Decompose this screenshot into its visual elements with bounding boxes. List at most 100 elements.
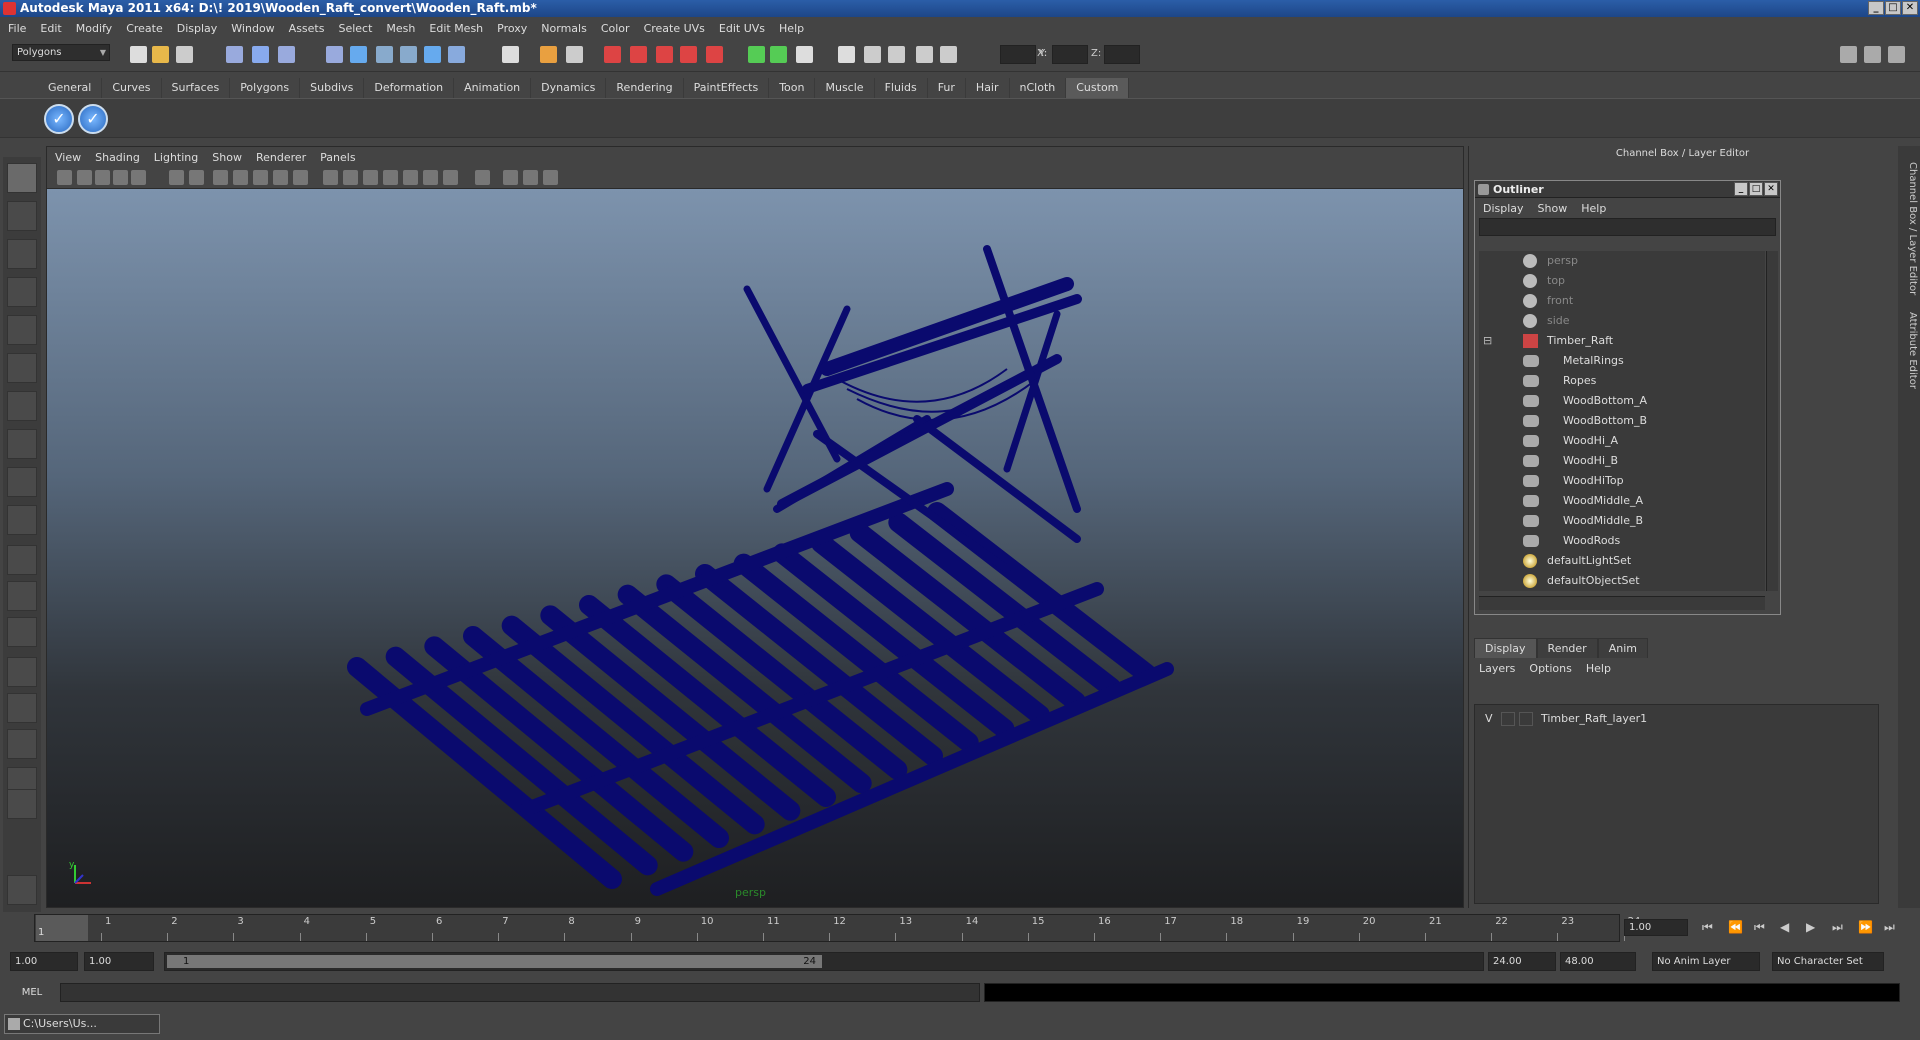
maximize-button[interactable]: □	[1885, 1, 1901, 15]
output-ops-icon[interactable]	[680, 46, 697, 63]
shadows-icon[interactable]	[443, 170, 458, 185]
viewport-menu-renderer[interactable]: Renderer	[256, 151, 306, 164]
render-icon[interactable]	[706, 46, 723, 63]
outliner-item-persp[interactable]: persp	[1479, 251, 1759, 271]
snap-point-icon[interactable]	[376, 46, 393, 63]
wireframe-icon[interactable]	[293, 170, 308, 185]
bookmark-icon[interactable]	[95, 170, 110, 185]
layout-hypergraph-icon[interactable]	[7, 693, 37, 723]
paint-select-tool-icon[interactable]	[7, 239, 37, 269]
layer-menu-options[interactable]: Options	[1529, 662, 1571, 675]
image-plane-icon[interactable]	[113, 170, 128, 185]
layer-row[interactable]: V Timber_Raft_layer1	[1479, 709, 1875, 729]
shelf-tab-deformation[interactable]: Deformation	[364, 78, 455, 98]
viewport-menu-show[interactable]: Show	[212, 151, 242, 164]
time-slider-track[interactable]: 1 12345678910111213141516171819202122232…	[34, 914, 1640, 942]
playback-start-input[interactable]: 1.00	[84, 952, 154, 971]
select-hierarchy-icon[interactable]	[226, 46, 243, 63]
layout-four-pane-icon[interactable]	[7, 581, 37, 611]
show-manipulator-icon[interactable]	[7, 467, 37, 497]
shelf-tab-subdivs[interactable]: Subdivs	[300, 78, 365, 98]
select-mask-icon[interactable]	[566, 46, 583, 63]
outliner-item-front[interactable]: front	[1479, 291, 1759, 311]
perspective-viewport[interactable]: y persp	[47, 189, 1463, 907]
camera-icon[interactable]	[888, 46, 905, 63]
go-to-start-icon[interactable]: ⏮	[1702, 920, 1713, 935]
outliner-menu-show[interactable]: Show	[1538, 202, 1568, 215]
layout-graph-icon[interactable]	[7, 657, 37, 687]
hypershade-icon[interactable]	[796, 46, 813, 63]
textured-icon[interactable]	[383, 170, 398, 185]
outliner-item-woodmiddle-a[interactable]: WoodMiddle_A	[1479, 491, 1759, 511]
shelf-tab-polygons[interactable]: Polygons	[230, 78, 301, 98]
menu-normals[interactable]: Normals	[541, 22, 587, 35]
layout-four-icon[interactable]	[1864, 46, 1881, 63]
outliner-item-woodhi-b[interactable]: WoodHi_B	[1479, 451, 1759, 471]
outliner-horizontal-scrollbar[interactable]	[1479, 596, 1765, 610]
time-cursor[interactable]: 1	[36, 915, 88, 941]
current-frame-input[interactable]: 1.00	[1624, 919, 1688, 936]
step-forward-frame-icon[interactable]: ⏭	[1832, 920, 1843, 935]
hud-icon[interactable]	[543, 170, 558, 185]
layer-visibility-toggle[interactable]: V	[1485, 709, 1493, 729]
range-slider-track[interactable]: 1 24	[164, 952, 1484, 971]
layout-single-pane-icon[interactable]	[7, 545, 37, 575]
outliner-item-top[interactable]: top	[1479, 271, 1759, 291]
select-component-icon[interactable]	[278, 46, 295, 63]
new-scene-icon[interactable]	[130, 46, 147, 63]
menu-color[interactable]: Color	[601, 22, 630, 35]
animation-start-input[interactable]: 1.00	[10, 952, 78, 971]
last-tool-icon[interactable]	[7, 505, 37, 535]
outliner-close-button[interactable]: ✕	[1764, 182, 1778, 196]
layer-tab-anim[interactable]: Anim	[1597, 638, 1648, 658]
coord-y-input[interactable]	[1052, 45, 1088, 64]
safe-title-icon[interactable]	[273, 170, 288, 185]
layout-single-icon[interactable]	[1840, 46, 1857, 63]
minimize-button[interactable]: _	[1868, 1, 1884, 15]
safe-action-icon[interactable]	[253, 170, 268, 185]
menu-set-dropdown[interactable]: Polygons	[12, 44, 110, 61]
open-scene-icon[interactable]	[152, 46, 169, 63]
outliner-minimize-button[interactable]: _	[1734, 182, 1748, 196]
snap-surface-icon[interactable]	[400, 46, 417, 63]
shelf-tab-ncloth[interactable]: nCloth	[1010, 78, 1067, 98]
construction-icon[interactable]	[630, 46, 647, 63]
shelf-tab-general[interactable]: General	[38, 78, 103, 98]
grid-icon[interactable]	[940, 46, 957, 63]
menu-edit[interactable]: Edit	[40, 22, 61, 35]
move-tool-icon[interactable]	[7, 277, 37, 307]
command-input[interactable]	[60, 983, 980, 1002]
character-set-dropdown[interactable]: No Character Set	[1772, 952, 1884, 971]
shelf-tab-muscle[interactable]: Muscle	[815, 78, 875, 98]
camera-select-icon[interactable]	[57, 170, 72, 185]
display-icon[interactable]	[864, 46, 881, 63]
outliner-item-woodbottom-b[interactable]: WoodBottom_B	[1479, 411, 1759, 431]
outliner-item-side[interactable]: side	[1479, 311, 1759, 331]
shelf-tab-dynamics[interactable]: Dynamics	[531, 78, 607, 98]
layout-uv-icon[interactable]	[7, 729, 37, 759]
step-back-key-icon[interactable]: ⏪	[1728, 920, 1743, 934]
menu-modify[interactable]: Modify	[76, 22, 112, 35]
menu-file[interactable]: File	[8, 22, 26, 35]
range-slider-handle[interactable]: 1 24	[167, 955, 822, 968]
save-scene-icon[interactable]	[176, 46, 193, 63]
resolution-gate-icon[interactable]	[189, 170, 204, 185]
viewport-menu-lighting[interactable]: Lighting	[154, 151, 198, 164]
menu-display[interactable]: Display	[177, 22, 218, 35]
channel-box-toggle-icon[interactable]	[1888, 46, 1905, 63]
step-forward-key-icon[interactable]: ⏩	[1858, 920, 1873, 934]
layer-color-swatch[interactable]	[1519, 712, 1533, 726]
all-lights-icon[interactable]	[423, 170, 438, 185]
shelf-check-button-1[interactable]: ✓	[44, 104, 74, 134]
outliner-item-woodmiddle-b[interactable]: WoodMiddle_B	[1479, 511, 1759, 531]
menu-window[interactable]: Window	[231, 22, 274, 35]
lock-icon[interactable]	[540, 46, 557, 63]
shelf-tab-hair[interactable]: Hair	[966, 78, 1010, 98]
snap-curve-icon[interactable]	[350, 46, 367, 63]
xray-icon[interactable]	[503, 170, 518, 185]
layout-more-icon[interactable]	[7, 789, 37, 819]
menu-assets[interactable]: Assets	[289, 22, 325, 35]
history-icon[interactable]	[604, 46, 621, 63]
outliner-menu-help[interactable]: Help	[1581, 202, 1606, 215]
layout-outliner-icon[interactable]	[7, 617, 37, 647]
